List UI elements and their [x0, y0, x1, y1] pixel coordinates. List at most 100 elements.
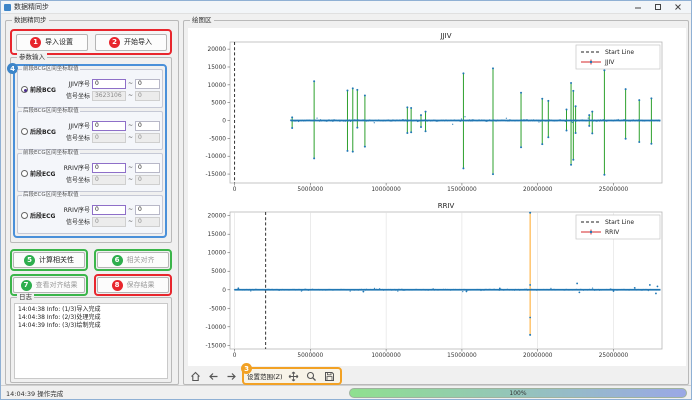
set-range-frame: 3 设置范围(Z): [242, 367, 342, 385]
radio-后段ECG[interactable]: [21, 212, 28, 219]
zoom-icon[interactable]: [304, 370, 319, 383]
input-RRIV序号-to[interactable]: [135, 205, 160, 215]
action-label: 查看对齐结果: [36, 280, 78, 290]
input-信号坐标-from[interactable]: [92, 217, 126, 227]
field-label: 信号坐标: [59, 91, 90, 100]
input-信号坐标-from[interactable]: [92, 91, 126, 101]
param-group-title: 后段BCG区间坐标取值: [22, 108, 80, 115]
input-信号坐标-to[interactable]: [135, 133, 160, 143]
radio-label: 后段ECG: [30, 211, 55, 220]
svg-text:Start Line: Start Line: [605, 49, 634, 56]
svg-text:-15000: -15000: [205, 343, 226, 349]
radio-label: 前段ECG: [30, 169, 55, 178]
forward-icon[interactable]: [224, 370, 239, 383]
field-label: RRIV序号: [59, 163, 90, 172]
input-信号坐标-from[interactable]: [92, 133, 126, 143]
start-import-button[interactable]: 2 开始导入: [95, 34, 167, 51]
maximize-icon[interactable]: [648, 1, 668, 13]
action-button-8[interactable]: 8保存结果: [97, 277, 169, 293]
action-frame-6: 6相关对齐: [94, 249, 172, 271]
data-sync-group: 数据精同步 1 导入设置 2 开始导入 参数输入 4 前段BCG区间坐标取值前段…: [5, 20, 179, 385]
range-separator: ~: [128, 206, 133, 213]
save-icon[interactable]: [322, 370, 337, 383]
param-group-2: 前段ECG区间坐标取值前段ECGRRIV序号~信号坐标~: [17, 153, 163, 192]
plot-toolbar: 3 设置范围(Z): [188, 367, 342, 385]
home-icon[interactable]: [188, 370, 203, 383]
action-label: 计算相关性: [39, 255, 74, 265]
app-icon: [4, 4, 11, 11]
log-group-title: 日志: [17, 293, 34, 301]
minimize-icon[interactable]: [628, 1, 648, 13]
range-separator: ~: [128, 122, 133, 129]
figure: 0 5000000 10000000 15000000 20000000 25000000…: [188, 28, 686, 366]
svg-text:25000000: 25000000: [599, 353, 629, 359]
field-label: 信号坐标: [59, 175, 90, 184]
input-信号坐标-to[interactable]: [135, 91, 160, 101]
input-信号坐标-to[interactable]: [135, 175, 160, 185]
svg-text:5000000: 5000000: [297, 187, 323, 193]
svg-text:15000000: 15000000: [447, 353, 477, 359]
range-separator: ~: [128, 164, 133, 171]
svg-text:15000: 15000: [208, 65, 227, 71]
status-text: 14:04:39 操作完成: [1, 388, 63, 398]
radio-后段BCG[interactable]: [21, 128, 28, 135]
back-icon[interactable]: [206, 370, 221, 383]
svg-text:-10000: -10000: [205, 325, 226, 331]
svg-text:10000: 10000: [208, 83, 227, 89]
svg-text:-10000: -10000: [205, 154, 226, 160]
svg-text:10000000: 10000000: [371, 353, 401, 359]
radio-label: 后段BCG: [30, 127, 56, 136]
app-window: 数据精同步 数据精同步 1 导入设置 2 开始导入 参数输入 4 前段BCG区间…: [0, 0, 692, 400]
input-RRIV序号-to[interactable]: [135, 163, 160, 173]
input-JJIV序号-to[interactable]: [135, 121, 160, 131]
import-settings-button[interactable]: 1 导入设置: [16, 34, 88, 51]
range-separator: ~: [128, 92, 133, 99]
progress-label: 100%: [509, 390, 526, 397]
svg-text:Start Line: Start Line: [605, 219, 634, 226]
input-RRIV序号-from[interactable]: [92, 163, 126, 173]
action-button-7[interactable]: 7查看对齐结果: [13, 277, 85, 293]
svg-text:0: 0: [222, 288, 226, 294]
svg-text:10000: 10000: [208, 251, 227, 257]
data-sync-group-title: 数据精同步: [12, 16, 49, 24]
action-button-6[interactable]: 6相关对齐: [97, 252, 169, 268]
action-button-5[interactable]: 5计算相关性: [13, 252, 85, 268]
log-list[interactable]: 14:04:38 Info: (1/3)导入完成14:04:38 Info: (…: [14, 303, 168, 379]
svg-text:15000: 15000: [208, 232, 227, 238]
log-group: 日志 14:04:38 Info: (1/3)导入完成14:04:38 Info…: [10, 297, 172, 383]
action-buttons: 5计算相关性 6相关对齐 7查看对齐结果 8保存结果: [10, 249, 172, 296]
legend-rriv: Start LineRRIV: [576, 215, 660, 239]
input-JJIV序号-to[interactable]: [135, 79, 160, 89]
step-badge-3: 3: [241, 363, 252, 374]
input-JJIV序号-from[interactable]: [92, 121, 126, 131]
step-badge-1: 1: [30, 37, 41, 48]
svg-text:0: 0: [233, 353, 237, 359]
input-信号坐标-from[interactable]: [92, 175, 126, 185]
svg-text:5000: 5000: [211, 269, 226, 275]
radio-前段ECG[interactable]: [21, 170, 28, 177]
charts-canvas: 0 5000000 10000000 15000000 20000000 25000000…: [188, 28, 686, 366]
set-range-button[interactable]: 设置范围(Z): [247, 371, 283, 381]
plot-area-group: 绘图区 050000001000000015000000200000002500…: [183, 20, 689, 385]
svg-text:JJIV: JJIV: [440, 32, 452, 40]
import-settings-label: 导入设置: [45, 37, 73, 47]
params-frame: 4 前段BCG区间坐标取值前段BCGJJIV序号~信号坐标~后段BCG区间坐标取…: [13, 64, 167, 238]
radio-label: 前段BCG: [30, 85, 56, 94]
field-label: RRIV序号: [59, 205, 90, 214]
input-信号坐标-to[interactable]: [135, 217, 160, 227]
pan-icon[interactable]: [286, 370, 301, 383]
input-JJIV序号-from[interactable]: [92, 79, 126, 89]
field-label: 信号坐标: [59, 217, 90, 226]
field-label: 信号坐标: [59, 133, 90, 142]
legend-jjiv: Start LineJJIV: [576, 45, 660, 69]
svg-text:-5000: -5000: [209, 136, 226, 142]
close-icon[interactable]: [668, 1, 688, 13]
svg-text:0: 0: [222, 119, 226, 125]
set-range-label: 设置范围(Z): [247, 373, 283, 381]
param-group-title: 前段BCG区间坐标取值: [22, 66, 80, 73]
svg-text:RRIV: RRIV: [438, 202, 455, 210]
radio-前段BCG[interactable]: [21, 86, 28, 93]
svg-text:20000000: 20000000: [523, 187, 553, 193]
progress-bar: 100%: [349, 388, 687, 398]
input-RRIV序号-from[interactable]: [92, 205, 126, 215]
